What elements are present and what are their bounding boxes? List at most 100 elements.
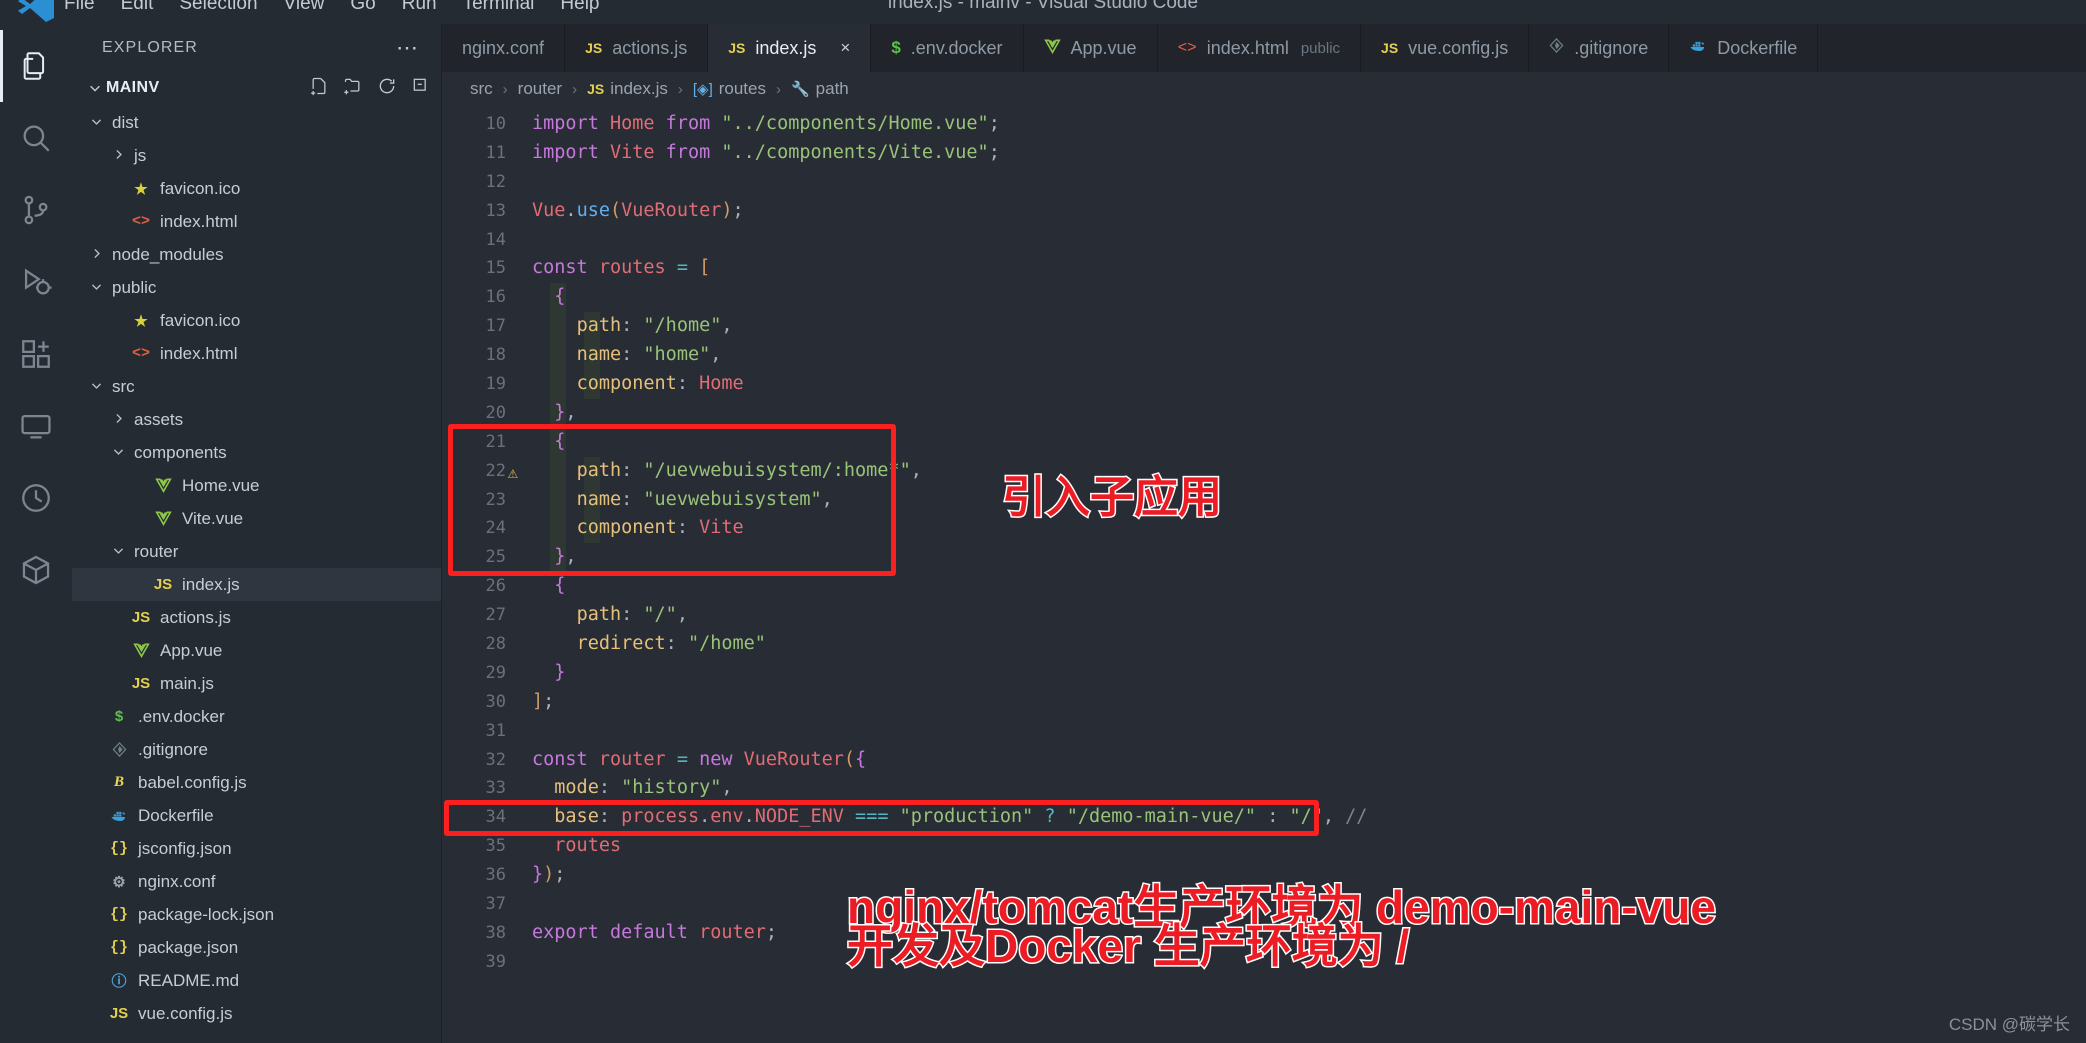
tree-file-row[interactable]: JS index.js xyxy=(72,568,441,601)
menu-view[interactable]: View xyxy=(284,0,325,13)
workspace-root-row[interactable]: MAINV xyxy=(72,72,441,104)
tree-folder-row[interactable]: js xyxy=(72,139,441,172)
editor-tab[interactable]: nginx.conf xyxy=(442,24,566,72)
chevron-right-icon[interactable] xyxy=(108,148,128,164)
tree-file-row[interactable]: <> index.html xyxy=(72,337,441,370)
line-number: 33 xyxy=(485,778,506,799)
editor-tab[interactable]: <> index.html public xyxy=(1157,24,1362,72)
editor-tab[interactable]: .gitignore xyxy=(1529,24,1670,72)
tree-folder-row[interactable]: src xyxy=(72,370,441,403)
editor-tab[interactable]: JS index.js × xyxy=(708,24,872,72)
workspace-root-label: MAINV xyxy=(106,79,160,96)
tree-folder-row[interactable]: dist xyxy=(72,106,441,139)
tree-folder-row[interactable]: node_modules xyxy=(72,238,441,271)
chevron-down-icon[interactable] xyxy=(108,445,128,461)
sidebar-explorer: EXPLORER ⋯ MAINV dist js ★ favicon.ico <… xyxy=(72,24,442,1043)
code-line: redirect: "/home" xyxy=(576,633,766,655)
breadcrumb-label: routes xyxy=(718,79,766,98)
tree-file-row[interactable]: ★ favicon.ico xyxy=(72,304,441,337)
code-editor[interactable]: 10 11 12 13 14 15 16 17 18 19 20 21 22 ⚠ 23 24 25 26 27 28 2… xyxy=(442,106,2086,1043)
chevron-down-icon[interactable] xyxy=(108,544,128,560)
menu-terminal[interactable]: Terminal xyxy=(463,0,535,13)
breadcrumb-item[interactable]: JS index.js xyxy=(587,79,668,99)
tree-action-buttons xyxy=(309,76,431,101)
line-number: 15 xyxy=(485,258,506,279)
menu-run[interactable]: Run xyxy=(402,0,437,13)
tree-file-row[interactable]: Dockerfile xyxy=(72,799,441,832)
menu-edit[interactable]: Edit xyxy=(121,0,154,13)
explorer-icon[interactable] xyxy=(0,30,72,102)
more-actions-icon[interactable]: ⋯ xyxy=(396,35,419,61)
refresh-icon[interactable] xyxy=(377,76,397,101)
breadcrumb-item[interactable]: [◈] routes xyxy=(693,79,766,99)
chevron-down-icon[interactable] xyxy=(86,115,106,131)
tree-file-row[interactable]: ⚙ nginx.conf xyxy=(72,865,441,898)
menu-help[interactable]: Help xyxy=(560,0,599,13)
file-tree[interactable]: dist js ★ favicon.ico <> index.html node_modul… xyxy=(72,104,441,1043)
source-control-icon[interactable] xyxy=(0,174,72,246)
tree-file-row[interactable]: $ .env.docker xyxy=(72,700,441,733)
tree-folder-row[interactable]: router xyxy=(72,535,441,568)
breadcrumb-item[interactable]: router xyxy=(518,79,562,99)
close-icon[interactable]: × xyxy=(840,38,850,58)
editor-tab[interactable]: Dockerfile xyxy=(1669,24,1819,72)
run-debug-icon[interactable] xyxy=(0,246,72,318)
tree-file-row[interactable]: Home.vue xyxy=(72,469,441,502)
timeline-icon[interactable] xyxy=(0,462,72,534)
breadcrumb-item[interactable]: src xyxy=(470,79,493,99)
editor-tab[interactable]: JS vue.config.js xyxy=(1361,24,1530,72)
editor-tab[interactable]: App.vue xyxy=(1023,24,1158,72)
tree-file-row[interactable]: App.vue xyxy=(72,634,441,667)
tree-file-row[interactable]: JS actions.js xyxy=(72,601,441,634)
editor-tab[interactable]: $ .env.docker xyxy=(871,24,1024,72)
symbol-property-icon: 🔧 xyxy=(790,81,810,98)
menu-go[interactable]: Go xyxy=(350,0,375,13)
editor-tab-bar[interactable]: nginx.conf JS actions.js JS index.js × $ .env.d… xyxy=(442,24,2086,72)
tree-file-row[interactable]: .gitignore xyxy=(72,733,441,766)
tree-file-row[interactable]: Bbabel.config.js xyxy=(72,766,441,799)
editor-tab[interactable]: JS actions.js xyxy=(565,24,709,72)
tree-file-row[interactable]: JS main.js xyxy=(72,667,441,700)
tree-file-row[interactable]: {} jsconfig.json xyxy=(72,832,441,865)
extensions-icon[interactable] xyxy=(0,318,72,390)
tree-folder-row[interactable]: assets xyxy=(72,403,441,436)
chevron-right-icon[interactable] xyxy=(108,412,128,428)
new-folder-icon[interactable] xyxy=(343,76,363,101)
tree-folder-row[interactable]: public xyxy=(72,271,441,304)
activity-bar xyxy=(0,24,72,1043)
json-file-icon: {} xyxy=(109,939,128,956)
search-icon[interactable] xyxy=(0,102,72,174)
vue-file-icon xyxy=(150,511,176,526)
chevron-down-icon[interactable] xyxy=(86,379,106,395)
tree-file-row[interactable]: ★ favicon.ico xyxy=(72,172,441,205)
code-line: }, xyxy=(554,546,577,568)
code-line: const router = new VueRouter({ xyxy=(532,748,867,770)
code-line: }); xyxy=(532,864,566,886)
chevron-down-icon[interactable] xyxy=(86,280,106,296)
collapse-all-icon[interactable] xyxy=(411,76,431,101)
code-line: component: Vite xyxy=(576,517,744,539)
package-icon[interactable] xyxy=(0,534,72,606)
remote-explorer-icon[interactable] xyxy=(0,390,72,462)
tree-folder-row[interactable]: components xyxy=(72,436,441,469)
new-file-icon[interactable] xyxy=(309,76,329,101)
chevron-right-icon[interactable] xyxy=(86,247,106,263)
tree-item-label: public xyxy=(112,277,157,297)
tree-file-row[interactable]: {} package-lock.json xyxy=(72,898,441,931)
tree-file-row[interactable]: ⓘ README.md xyxy=(72,964,441,997)
editor-tab-label: nginx.conf xyxy=(462,37,545,58)
tree-file-row[interactable]: JS vue.config.js xyxy=(72,997,441,1030)
breadcrumb-item[interactable]: 🔧 path xyxy=(791,79,849,99)
tree-file-row[interactable]: {} package.json xyxy=(72,931,441,964)
tree-item-label: router xyxy=(134,541,179,561)
menu-file[interactable]: File xyxy=(64,0,95,13)
tree-item-label: src xyxy=(112,376,135,396)
code-content[interactable]: import Home from "../components/Home.vue… xyxy=(522,106,2086,1043)
menu-selection[interactable]: Selection xyxy=(179,0,257,13)
tree-file-row[interactable]: Vite.vue xyxy=(72,502,441,535)
tree-file-row[interactable]: <> index.html xyxy=(72,205,441,238)
sidebar-header: EXPLORER ⋯ xyxy=(72,24,441,72)
breadcrumb[interactable]: src › router › JS index.js › [◈] routes › 🔧 path xyxy=(442,72,2086,106)
